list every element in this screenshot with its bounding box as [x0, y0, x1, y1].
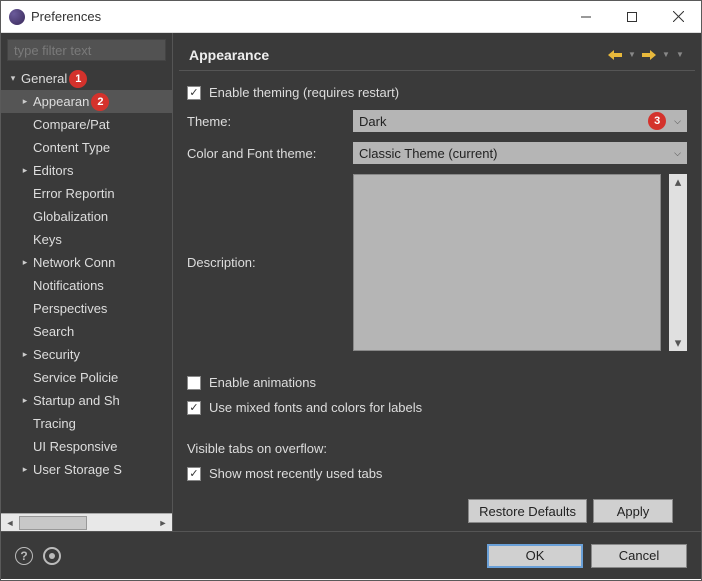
tree-item-label: UI Responsive: [33, 439, 118, 454]
tree-item[interactable]: ▸Network Conn: [1, 251, 172, 274]
tree-item-label: Search: [33, 324, 74, 339]
enable-theming-checkbox[interactable]: [187, 86, 201, 100]
mixed-fonts-label: Use mixed fonts and colors for labels: [209, 400, 422, 415]
horizontal-scrollbar[interactable]: ◄ ►: [1, 513, 172, 531]
annotation-1: 1: [69, 70, 87, 88]
tree-item[interactable]: ▸Security: [1, 343, 172, 366]
cancel-button[interactable]: Cancel: [591, 544, 687, 568]
expand-icon: ▸: [19, 349, 31, 360]
page-title: Appearance: [189, 47, 603, 63]
description-textarea[interactable]: [353, 174, 661, 351]
nav-forward-menu[interactable]: ▼: [661, 47, 671, 63]
preferences-tree[interactable]: ▾ General 1 ▸Appearan2Compare/PatContent…: [1, 65, 172, 513]
tree-item-label: Error Reportin: [33, 186, 115, 201]
chevron-down-icon: ⌵: [674, 116, 681, 127]
tree-item-label: Tracing: [33, 416, 76, 431]
restore-defaults-button[interactable]: Restore Defaults: [468, 499, 587, 523]
collapse-icon: ▾: [7, 73, 19, 84]
content-panel: Appearance ▼ ▼ ▼ Enable theming (require…: [173, 33, 701, 531]
nav-menu[interactable]: ▼: [675, 47, 685, 63]
theme-select[interactable]: Dark 3 ⌵: [353, 110, 687, 132]
dialog-footer: ? OK Cancel: [1, 531, 701, 579]
maximize-button[interactable]: [609, 1, 655, 33]
tree-item[interactable]: UI Responsive: [1, 435, 172, 458]
filter-input[interactable]: [7, 39, 166, 61]
tree-item[interactable]: Error Reportin: [1, 182, 172, 205]
tree-item-general[interactable]: ▾ General 1: [1, 67, 172, 90]
tree-item[interactable]: ▸Editors: [1, 159, 172, 182]
sidebar: ▾ General 1 ▸Appearan2Compare/PatContent…: [1, 33, 173, 531]
tree-item-label: Network Conn: [33, 255, 115, 270]
tree-item[interactable]: ▸Startup and Sh: [1, 389, 172, 412]
theme-label: Theme:: [187, 114, 345, 129]
tree-item[interactable]: Compare/Pat: [1, 113, 172, 136]
enable-animations-label: Enable animations: [209, 375, 316, 390]
close-button[interactable]: [655, 1, 701, 33]
nav-back-button[interactable]: [607, 47, 623, 63]
scrollbar-thumb[interactable]: [19, 516, 87, 530]
tree-item-label: Security: [33, 347, 80, 362]
visible-tabs-label: Visible tabs on overflow:: [187, 441, 327, 456]
show-recent-tabs-checkbox[interactable]: [187, 467, 201, 481]
import-export-icon[interactable]: [43, 547, 61, 565]
chevron-down-icon: ⌵: [674, 148, 681, 159]
tree-item-label: Startup and Sh: [33, 393, 120, 408]
tree-item-label: Notifications: [33, 278, 104, 293]
tree-item[interactable]: Notifications: [1, 274, 172, 297]
expand-icon: ▸: [19, 165, 31, 176]
expand-icon: ▸: [19, 395, 31, 406]
tree-item[interactable]: Perspectives: [1, 297, 172, 320]
vertical-scrollbar[interactable]: ▴▾: [669, 174, 687, 351]
apply-button[interactable]: Apply: [593, 499, 673, 523]
tree-item[interactable]: Content Type: [1, 136, 172, 159]
enable-theming-label: Enable theming (requires restart): [209, 85, 399, 100]
tree-item[interactable]: Search: [1, 320, 172, 343]
tree-item[interactable]: ▸Appearan2: [1, 90, 172, 113]
tree-item-label: Compare/Pat: [33, 117, 110, 132]
annotation-2: 2: [91, 93, 109, 111]
tree-item-label: Appearan: [33, 94, 89, 109]
scroll-right-icon[interactable]: ►: [154, 514, 172, 532]
scroll-up-icon[interactable]: ▴: [675, 174, 682, 190]
mixed-fonts-checkbox[interactable]: [187, 401, 201, 415]
tree-item[interactable]: Service Policie: [1, 366, 172, 389]
scroll-left-icon[interactable]: ◄: [1, 514, 19, 532]
scroll-down-icon[interactable]: ▾: [675, 335, 682, 351]
tree-item[interactable]: Tracing: [1, 412, 172, 435]
minimize-button[interactable]: [563, 1, 609, 33]
tree-item-label: Service Policie: [33, 370, 118, 385]
window-title: Preferences: [31, 9, 563, 24]
tree-item[interactable]: Keys: [1, 228, 172, 251]
tree-item-label: User Storage S: [33, 462, 122, 477]
enable-animations-checkbox[interactable]: [187, 376, 201, 390]
show-recent-tabs-label: Show most recently used tabs: [209, 466, 382, 481]
nav-forward-button[interactable]: [641, 47, 657, 63]
annotation-3: 3: [648, 112, 666, 130]
color-font-theme-label: Color and Font theme:: [187, 146, 345, 161]
tree-item[interactable]: ▸User Storage S: [1, 458, 172, 481]
tree-item-label: Keys: [33, 232, 62, 247]
nav-back-menu[interactable]: ▼: [627, 47, 637, 63]
expand-icon: ▸: [19, 257, 31, 268]
tree-item-label: Perspectives: [33, 301, 107, 316]
app-logo-icon: [9, 9, 25, 25]
tree-item-label: Content Type: [33, 140, 110, 155]
tree-item-label: Globalization: [33, 209, 108, 224]
color-font-theme-select[interactable]: Classic Theme (current) ⌵: [353, 142, 687, 164]
expand-icon: ▸: [19, 96, 31, 107]
expand-icon: ▸: [19, 464, 31, 475]
ok-button[interactable]: OK: [487, 544, 583, 568]
description-label: Description:: [187, 255, 345, 270]
tree-item[interactable]: Globalization: [1, 205, 172, 228]
help-icon[interactable]: ?: [15, 547, 33, 565]
titlebar: Preferences: [1, 1, 701, 33]
tree-item-label: Editors: [33, 163, 73, 178]
